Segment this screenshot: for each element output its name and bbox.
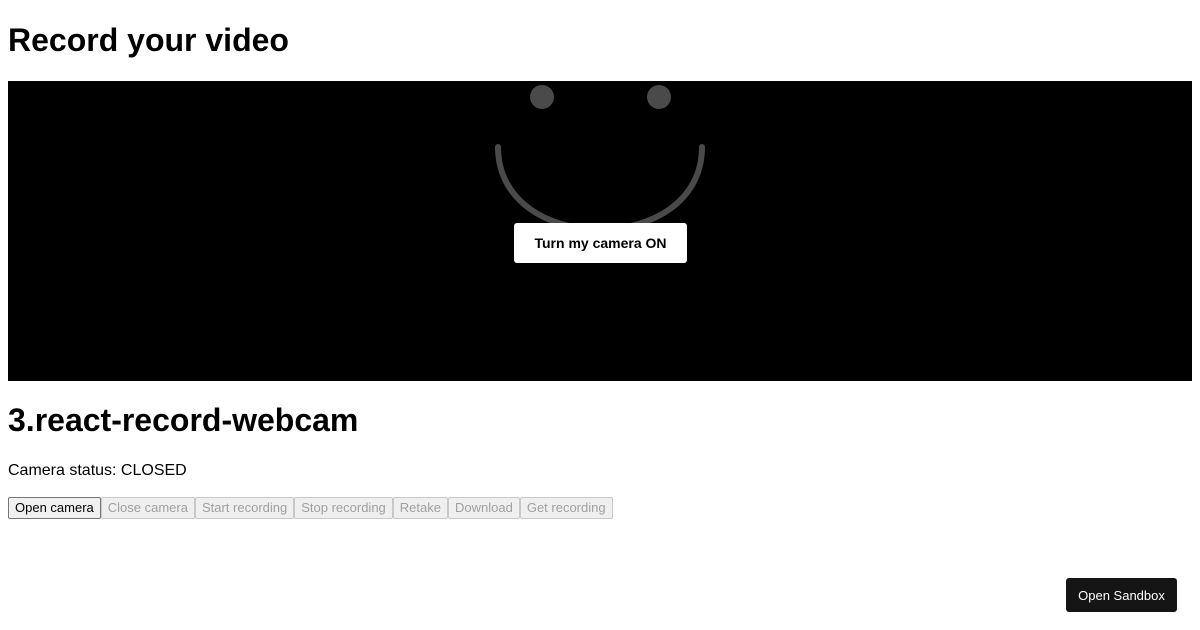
right-eye-icon (647, 85, 671, 109)
section-title: 3.react-record-webcam (8, 402, 359, 438)
page: Record your video Turn my camera ON 3.re… (0, 0, 1200, 630)
download-button[interactable]: Download (448, 497, 520, 519)
camera-status: Camera status: CLOSED (8, 462, 187, 479)
start-recording-button[interactable]: Start recording (194, 497, 295, 519)
stop-recording-button[interactable]: Stop recording (294, 497, 393, 519)
smile-mouth-icon (495, 144, 705, 233)
open-camera-button[interactable]: Open camera (8, 497, 101, 519)
retake-button[interactable]: Retake (392, 497, 448, 519)
open-sandbox-button[interactable]: Open Sandbox (1066, 578, 1177, 612)
left-eye-icon (530, 85, 554, 109)
turn-camera-on-button[interactable]: Turn my camera ON (514, 223, 687, 263)
camera-controls: Open camera Close camera Start recording… (8, 497, 613, 519)
get-recording-button[interactable]: Get recording (519, 497, 613, 519)
page-title: Record your video (8, 22, 289, 58)
video-preview: Turn my camera ON (8, 81, 1192, 381)
close-camera-button[interactable]: Close camera (100, 497, 195, 519)
